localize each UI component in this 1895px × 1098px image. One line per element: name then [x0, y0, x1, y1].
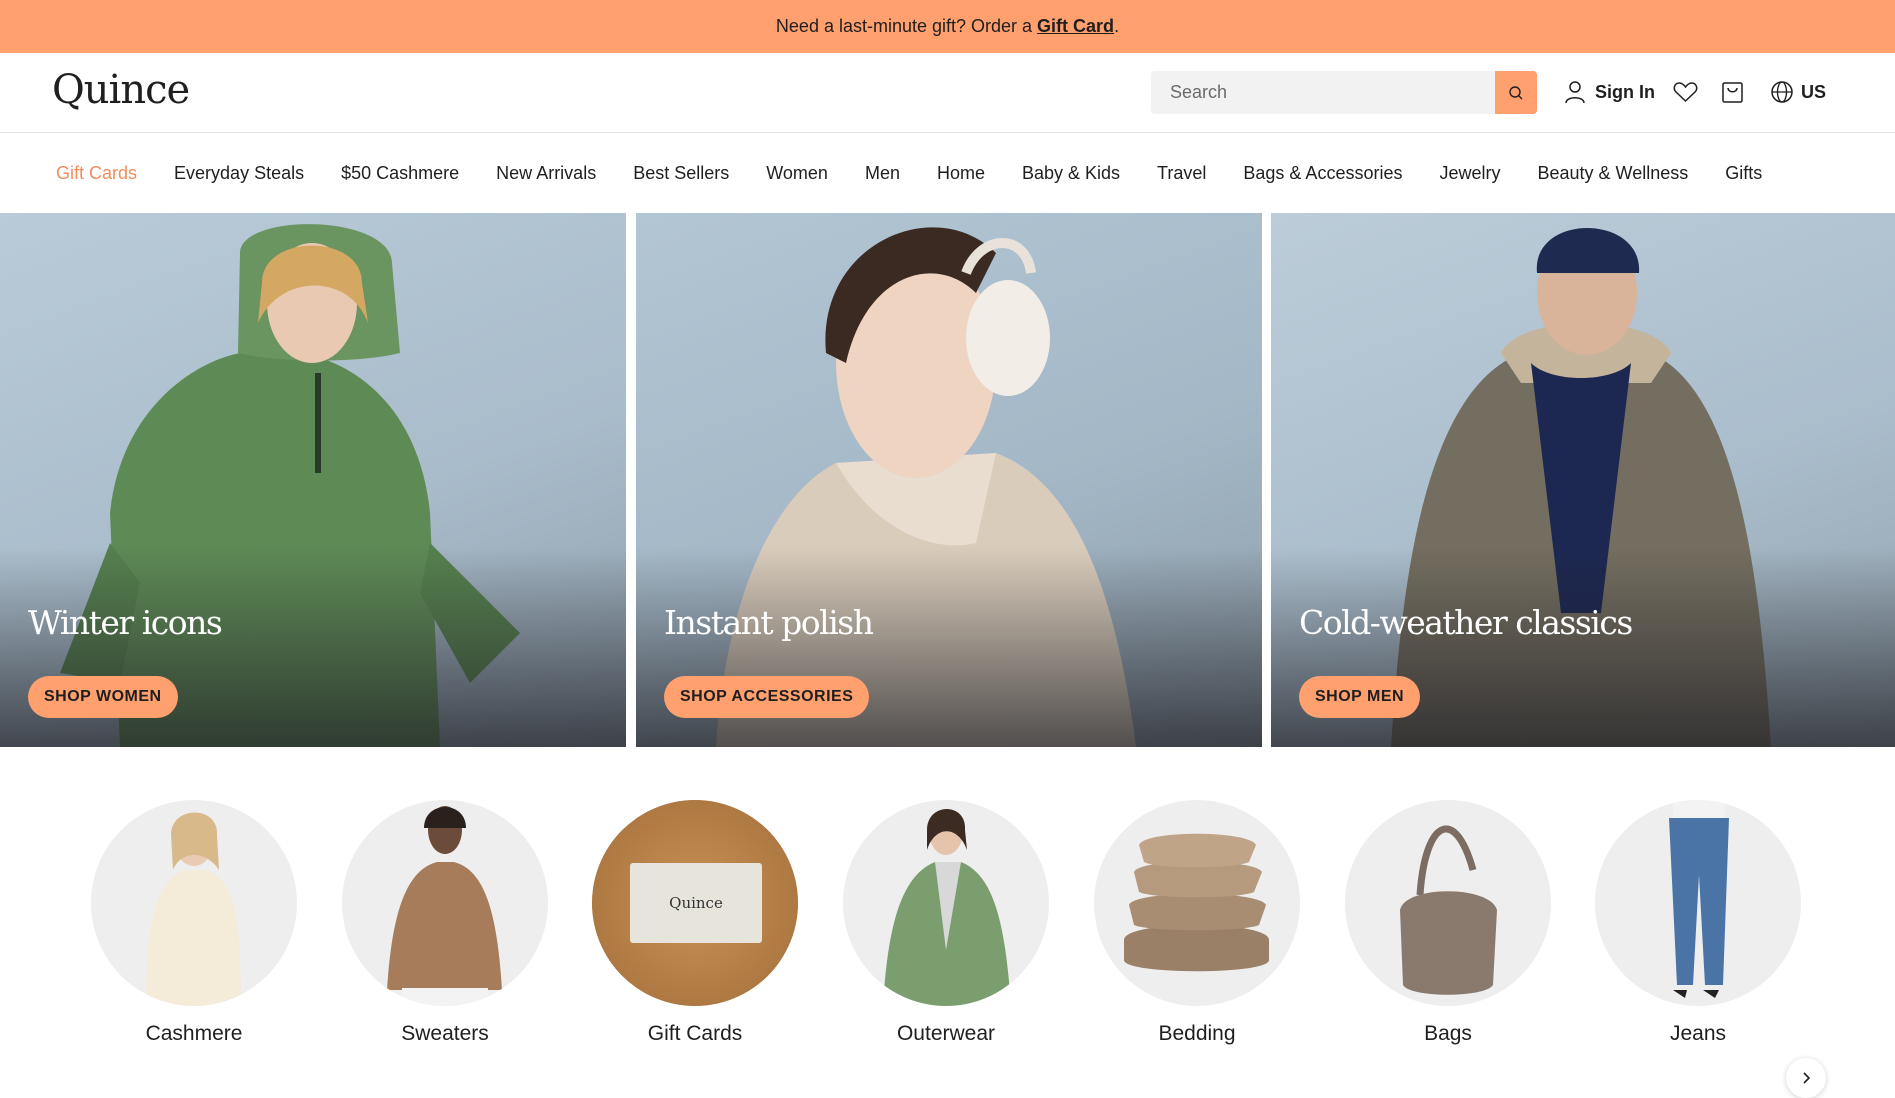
announcement-bar: Need a last-minute gift? Order a Gift Car… [0, 0, 1895, 53]
cart-icon [1722, 82, 1743, 103]
category-outerwear[interactable]: Outerwear [843, 800, 1049, 1046]
nav-item-travel[interactable]: Travel [1157, 163, 1206, 184]
announcement-text: Need a last-minute gift? Order a [775, 16, 1033, 36]
category-image [342, 800, 548, 1006]
hero-accessories[interactable]: Instant polish SHOP ACCESSORIES [636, 213, 1262, 747]
category-label: Jeans [1669, 1022, 1727, 1045]
announcement-suffix: . [1114, 16, 1120, 36]
sign-in-button[interactable]: Sign In [1564, 80, 1655, 104]
category-label: Cashmere [145, 1022, 243, 1045]
nav-item-baby-kids[interactable]: Baby & Kids [1022, 163, 1120, 184]
category-label: Bags [1424, 1022, 1472, 1045]
hero-title: Cold-weather classics [1299, 603, 1633, 642]
wishlist-button[interactable] [1673, 80, 1698, 103]
category-image [843, 800, 1049, 1006]
region-selector[interactable]: US [1770, 80, 1826, 104]
chevron-right-icon [1803, 1072, 1811, 1084]
hero-men[interactable]: Cold-weather classics SHOP MEN [1271, 213, 1895, 747]
shop-accessories-button[interactable]: SHOP ACCESSORIES [664, 676, 870, 718]
site-header: Quince Sign In US [0, 53, 1895, 133]
category-label: Sweaters [401, 1022, 489, 1045]
heart-icon [1673, 82, 1698, 103]
category-label: Gift Cards [647, 1022, 743, 1045]
search-bar [1151, 71, 1537, 114]
category-sweaters[interactable]: Sweaters [342, 800, 548, 1046]
category-jeans[interactable]: Jeans [1595, 800, 1801, 1046]
nav-item-everyday-steals[interactable]: Everyday Steals [174, 163, 304, 184]
nav-item-bags-accessories[interactable]: Bags & Accessories [1243, 163, 1402, 184]
cart-button[interactable] [1721, 80, 1744, 104]
category-label: Bedding [1158, 1022, 1236, 1045]
region-label: US [1801, 81, 1827, 102]
category-image: Quince [592, 800, 798, 1006]
main-nav: Gift Cards Everyday Steals $50 Cashmere … [0, 134, 1895, 213]
category-bags[interactable]: Bags [1345, 800, 1551, 1046]
nav-item-gifts[interactable]: Gifts [1725, 163, 1762, 184]
category-cashmere[interactable]: Cashmere [91, 800, 297, 1046]
hero-title: Winter icons [28, 603, 223, 642]
nav-item-50-cashmere[interactable]: $50 Cashmere [341, 163, 459, 184]
nav-item-jewelry[interactable]: Jewelry [1439, 163, 1500, 184]
category-image [1595, 800, 1801, 1006]
nav-item-new-arrivals[interactable]: New Arrivals [496, 163, 596, 184]
gift-card-logo: Quince [669, 894, 723, 912]
gift-card-link[interactable]: Gift Card [1037, 16, 1114, 37]
hero-title: Instant polish [664, 603, 874, 642]
search-button[interactable] [1495, 71, 1537, 114]
carousel-next-button[interactable] [1786, 1058, 1826, 1098]
search-input[interactable] [1151, 71, 1495, 114]
shop-men-button[interactable]: SHOP MEN [1299, 676, 1421, 718]
hero-women[interactable]: Winter icons SHOP WOMEN [0, 213, 626, 747]
search-icon [1509, 85, 1523, 99]
nav-item-best-sellers[interactable]: Best Sellers [633, 163, 729, 184]
nav-item-women[interactable]: Women [766, 163, 828, 184]
category-image [1094, 800, 1300, 1006]
sign-in-label: Sign In [1595, 81, 1655, 102]
globe-icon [1771, 81, 1793, 103]
category-image [1345, 800, 1551, 1006]
user-icon [1565, 81, 1585, 104]
nav-item-gift-cards[interactable]: Gift Cards [56, 163, 137, 184]
category-gift-cards[interactable]: Quince Gift Cards [592, 800, 798, 1046]
nav-item-home[interactable]: Home [937, 163, 985, 184]
logo[interactable]: Quince [52, 67, 190, 113]
category-label: Outerwear [896, 1022, 996, 1045]
nav-item-beauty-wellness[interactable]: Beauty & Wellness [1537, 163, 1688, 184]
shop-women-button[interactable]: SHOP WOMEN [28, 676, 178, 718]
category-bedding[interactable]: Bedding [1094, 800, 1300, 1046]
nav-item-men[interactable]: Men [865, 163, 900, 184]
category-image [91, 800, 297, 1006]
